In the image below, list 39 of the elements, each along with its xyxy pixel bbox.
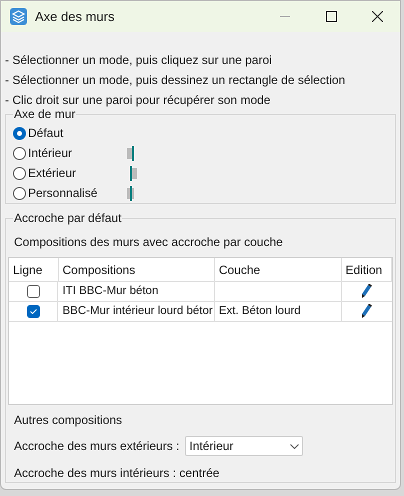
maximize-icon [326,11,336,22]
exterior-snap-dropdown[interactable]: Intérieur [185,436,304,456]
row-checkbox[interactable] [26,285,40,298]
wall-axis-icon [127,186,134,200]
table-cell-text: Ext. Béton lourd [218,304,301,319]
pencil-icon[interactable] [361,284,372,299]
radio-label[interactable]: Extérieur [28,164,114,182]
close-icon [372,11,382,22]
radio-button[interactable] [13,186,26,200]
group-title: Axe de mur [13,107,76,121]
column-header: Edition [342,258,392,281]
column-header: Couche [214,258,342,281]
window-title: Axe des murs [35,8,116,26]
chevron-down-icon [290,444,300,448]
table-cell: BBC-Mur intérieur lourd bétor [58,302,215,321]
radio-button[interactable] [13,146,26,160]
instruction-text: - Clic droit sur une paroi pour récupérer son mode [5,92,272,108]
radio-label[interactable]: Intérieur [28,144,114,162]
radio-label[interactable]: Personnalisé [28,184,114,202]
radio-label[interactable]: Défaut [28,124,114,142]
row-checkbox[interactable] [26,305,40,318]
wall-axis-icon [127,146,134,160]
checkmark-icon [30,309,37,314]
wall-axis-icon [130,166,137,180]
radio-button[interactable] [13,166,26,180]
group-title: Accroche par défaut [13,211,122,225]
pencil-icon[interactable] [361,304,372,319]
instruction-text: - Sélectionner un mode, puis dessinez un rectangle de sélection [5,72,346,88]
section-label: Compositions des murs avec accroche par couche [14,234,284,251]
radio-button[interactable] [13,126,26,140]
instruction-text: - Sélectionner un mode, puis cliquez sur une paroi [5,52,273,68]
table-cell: ITI BBC-Mur béton [58,282,215,301]
column-header: Ligne [9,258,59,281]
field-label: Accroche des murs extérieurs : [14,438,180,455]
minimize-icon [280,16,290,17]
info-text: Accroche des murs intérieurs : centrée [14,465,220,482]
stack-icon [10,8,27,25]
column-header: Compositions [58,258,215,281]
section-label: Autres compositions [14,412,124,429]
